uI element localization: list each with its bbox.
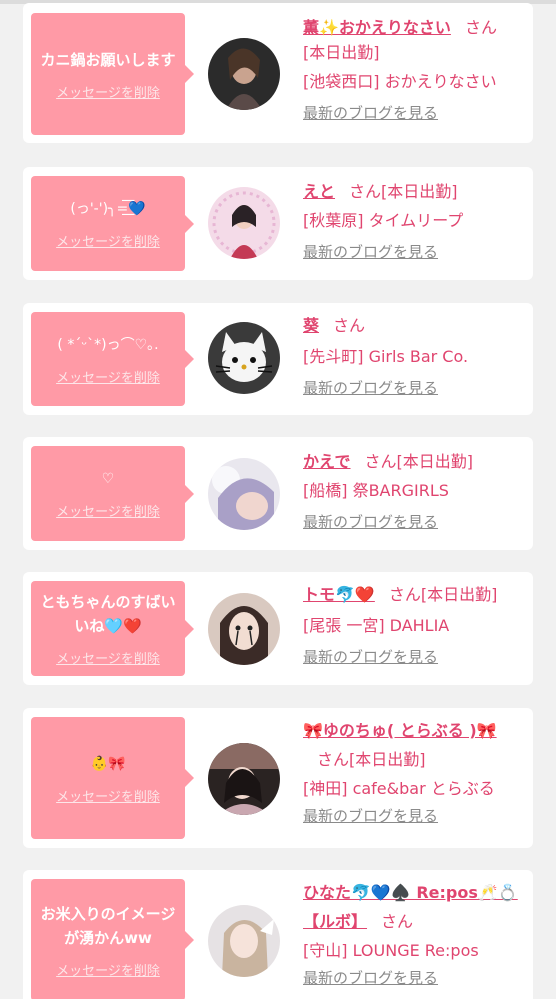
latest-blog-link[interactable]: 最新のブログを見る	[303, 967, 438, 988]
latest-blog-link[interactable]: 最新のブログを見る	[303, 511, 438, 532]
message-card: ♡ メッセージを削除 かえで さん[本日出勤] [船橋] 祭BARGIRLS 最新…	[23, 437, 533, 550]
message-bubble: ともちゃんのすばいいね🩵❤️ メッセージを削除	[31, 581, 194, 676]
cast-name-link[interactable]: かえで	[303, 452, 351, 471]
honorific: さん	[349, 182, 382, 201]
honorific: さん	[317, 750, 350, 769]
message-text: (っ'-')╮=͟͟͞͞💙	[70, 201, 146, 217]
message-card: 👶🎀 メッセージを削除 🎀ゆのちゅ( とらぶる )🎀 さん[本日出勤] [神田] …	[23, 708, 533, 848]
avatar[interactable]	[208, 593, 280, 665]
cast-info: ひなた🐬💙♠️ Re:pos🥂💍【ルボ】 さん [守山] LOUNGE Re:po…	[303, 878, 529, 988]
cast-info: かえで さん[本日出勤] [船橋] 祭BARGIRLS 最新のブログを見る	[303, 447, 529, 532]
avatar[interactable]	[208, 38, 280, 110]
honorific: さん	[364, 452, 397, 471]
message-card: お米入りのイメージが湧かんww メッセージを削除 ひなた🐬💙♠️ Re:pos🥂…	[23, 870, 533, 999]
delete-message-link[interactable]: メッセージを削除	[56, 367, 160, 386]
message-card: ( *´ᵕ`*)っ⌒♡｡. メッセージを削除 葵さん [先斗町] Girls B…	[23, 303, 533, 415]
latest-blog-link[interactable]: 最新のブログを見る	[303, 646, 438, 667]
message-bubble: ♡ メッセージを削除	[31, 446, 194, 541]
avatar[interactable]	[208, 187, 280, 259]
shift-status: [本日出勤]	[381, 182, 458, 201]
honorific: さん	[388, 585, 421, 604]
shop-location: [秋葉原] タイムリープ	[303, 211, 464, 230]
delete-message-link[interactable]: メッセージを削除	[56, 786, 160, 805]
delete-message-link[interactable]: メッセージを削除	[56, 231, 160, 250]
cast-info: えと さん[本日出勤] [秋葉原] タイムリープ 最新のブログを見る	[303, 177, 529, 262]
cast-name-link[interactable]: 薫✨おかえりなさい	[303, 18, 451, 37]
shop-location: [神田] cafe&bar とらぶる	[303, 779, 495, 798]
cast-info: 薫✨おかえりなさい さん [本日出勤] [池袋西口] おかえりなさい 最新のブログ…	[303, 13, 529, 123]
cast-info: 🎀ゆのちゅ( とらぶる )🎀 さん[本日出勤] [神田] cafe&bar とらぶ…	[303, 716, 529, 826]
shop-location: [尾張 一宮] DAHLIA	[303, 616, 450, 635]
cast-name-link[interactable]: 葵	[303, 316, 319, 335]
latest-blog-link[interactable]: 最新のブログを見る	[303, 241, 438, 262]
delete-message-link[interactable]: メッセージを削除	[56, 960, 160, 979]
shop-location: [先斗町] Girls Bar Co.	[303, 347, 469, 366]
avatar[interactable]	[208, 322, 280, 394]
cast-info: トモ🐬❤️ さん[本日出勤] [尾張 一宮] DAHLIA 最新のブログを見る	[303, 580, 529, 667]
message-bubble: カニ鍋お願いします メッセージを削除	[31, 13, 194, 135]
shift-status: [本日出勤]	[349, 750, 426, 769]
latest-blog-link[interactable]: 最新のブログを見る	[303, 805, 438, 826]
shop-location: [池袋西口] おかえりなさい	[303, 72, 497, 91]
message-text: 👶🎀	[90, 755, 126, 772]
delete-message-link[interactable]: メッセージを削除	[56, 648, 160, 667]
cast-name-link[interactable]: えと	[303, 182, 335, 201]
shift-status: [本日出勤]	[396, 452, 474, 471]
avatar[interactable]	[208, 743, 280, 815]
message-card: カニ鍋お願いします メッセージを削除 薫✨おかえりなさい さん [本日出勤] [池…	[23, 3, 533, 143]
message-card: ともちゃんのすばいいね🩵❤️ メッセージを削除 トモ🐬❤️ さん[本日出勤] [尾…	[23, 572, 533, 685]
message-card: (っ'-')╮=͟͟͞͞💙 メッセージを削除 えと さん[本日出勤] [秋葉原] …	[23, 167, 533, 280]
shop-location: [守山] LOUNGE Re:pos	[303, 941, 479, 960]
message-text: ともちゃんのすばいいね🩵❤️	[40, 593, 176, 635]
message-bubble: 👶🎀 メッセージを削除	[31, 717, 194, 839]
honorific: さん	[333, 316, 366, 335]
honorific: さん	[381, 912, 414, 931]
message-text: ( *´ᵕ`*)っ⌒♡｡.	[57, 336, 159, 353]
cast-info: 葵さん [先斗町] Girls Bar Co. 最新のブログを見る	[303, 311, 529, 398]
latest-blog-link[interactable]: 最新のブログを見る	[303, 377, 438, 398]
delete-message-link[interactable]: メッセージを削除	[56, 501, 160, 520]
shift-status: [本日出勤]	[303, 43, 380, 62]
cast-name-link[interactable]: 🎀ゆのちゅ( とらぶる )🎀	[303, 721, 497, 740]
shift-status: [本日出勤]	[420, 585, 498, 604]
avatar[interactable]	[208, 905, 280, 977]
message-bubble: (っ'-')╮=͟͟͞͞💙 メッセージを削除	[31, 176, 194, 271]
honorific: さん	[464, 18, 497, 37]
shop-location: [船橋] 祭BARGIRLS	[303, 481, 449, 500]
message-bubble: ( *´ᵕ`*)っ⌒♡｡. メッセージを削除	[31, 312, 194, 406]
message-text: カニ鍋お願いします	[40, 50, 176, 69]
message-text: ♡	[101, 471, 115, 487]
delete-message-link[interactable]: メッセージを削除	[56, 82, 160, 101]
avatar[interactable]	[208, 458, 280, 530]
message-text: お米入りのイメージが湧かんww	[40, 904, 176, 947]
message-bubble: お米入りのイメージが湧かんww メッセージを削除	[31, 879, 194, 999]
latest-blog-link[interactable]: 最新のブログを見る	[303, 102, 438, 123]
cast-name-link[interactable]: トモ🐬❤️	[303, 585, 375, 604]
